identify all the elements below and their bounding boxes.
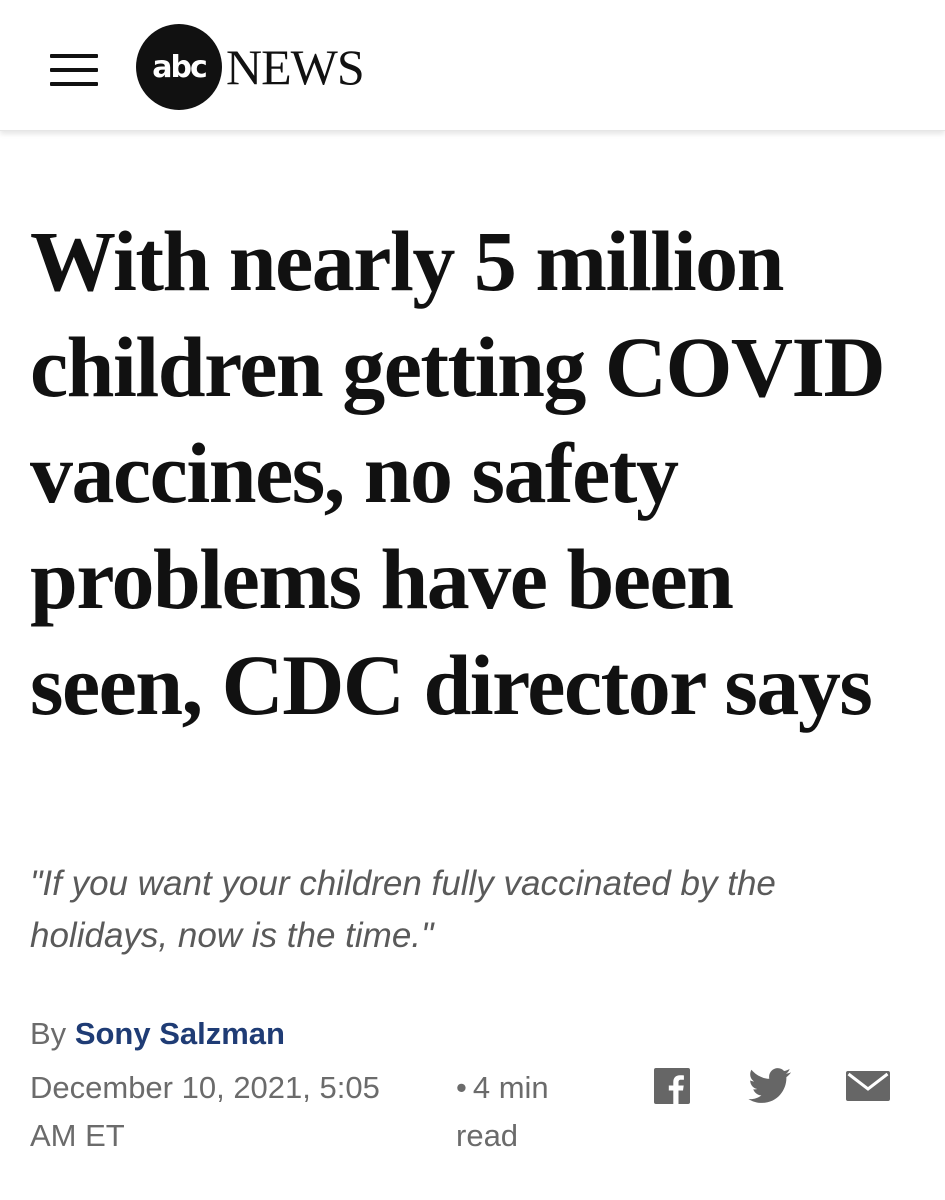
menu-line: [50, 82, 98, 86]
twitter-share-button[interactable]: [746, 1064, 794, 1108]
facebook-share-button[interactable]: [652, 1064, 692, 1108]
separator-dot: •: [456, 1070, 467, 1105]
read-time: • 4 min read: [456, 1064, 596, 1160]
email-share-button[interactable]: [844, 1064, 892, 1108]
publish-date: December 10, 2021, 5:05 AM ET: [30, 1070, 380, 1153]
article-headline: With nearly 5 million children getting C…: [30, 213, 886, 733]
news-wordmark: NEWS: [226, 39, 365, 95]
twitter-icon: [748, 1068, 791, 1103]
byline-prefix: By: [30, 1016, 67, 1051]
article-subheadline: "If you want your children fully vaccina…: [30, 864, 776, 955]
abc-news-logo[interactable]: abc NEWS: [136, 24, 365, 110]
byline: By Sony Salzman: [30, 1014, 285, 1054]
read-time-text: 4 min read: [456, 1070, 549, 1153]
menu-line: [50, 68, 98, 72]
facebook-icon: [654, 1068, 690, 1104]
email-icon: [846, 1071, 890, 1101]
top-header: abc NEWS: [0, 0, 945, 131]
menu-line: [50, 54, 98, 58]
author-link[interactable]: Sony Salzman: [75, 1016, 285, 1051]
abc-logo-mark: abc: [136, 24, 222, 110]
hamburger-menu-icon[interactable]: [50, 54, 98, 88]
